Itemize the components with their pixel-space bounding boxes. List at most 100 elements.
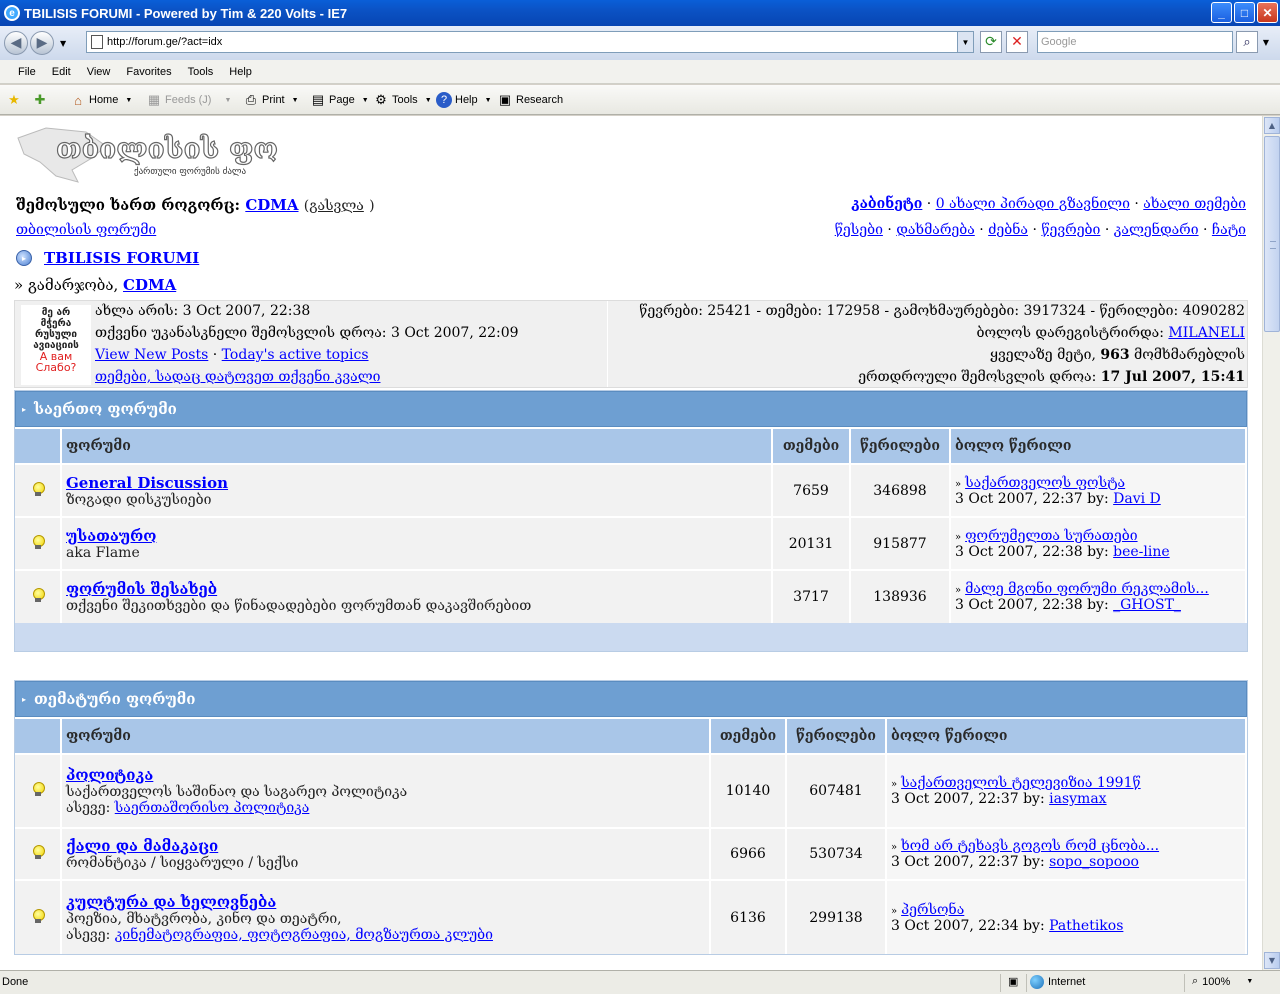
scroll-up-arrow-icon[interactable]: ▲ (1264, 117, 1280, 134)
zoom-dropdown-icon[interactable]: ▼ (1246, 978, 1253, 985)
rules-link[interactable]: წესები (835, 222, 883, 238)
page-dropdown-icon[interactable]: ▼ (362, 97, 369, 104)
forum-link[interactable]: უსათაურო (66, 527, 156, 545)
vertical-scrollbar[interactable]: ▲ ▼ (1262, 116, 1280, 970)
subforum-link[interactable]: საერთაშორისო პოლიტიკა (115, 800, 310, 816)
logo-subtitle: ქართული ფორუმის ძალა (134, 166, 246, 177)
home-dropdown-icon[interactable]: ▼ (125, 97, 132, 104)
refresh-button[interactable]: ⟳ (980, 31, 1002, 53)
forum-status-bulb-icon (32, 908, 45, 923)
forum-link[interactable]: ფორუმის შესახებ (66, 580, 217, 598)
search-link[interactable]: ძებნა (988, 222, 1028, 238)
back-button[interactable]: ◀ (4, 31, 28, 55)
members-link[interactable]: წევრები (1041, 222, 1100, 238)
subforum-link[interactable]: კინემატოგრაფია, ფოტოგრაფია, მოგზაურთა კლ… (115, 927, 493, 943)
home-button[interactable]: ⌂ Home ▼ (70, 92, 132, 108)
minimize-button[interactable]: _ (1211, 2, 1232, 23)
last-post-link[interactable]: მალე მგონი ფორუმი რეკლამის... (965, 581, 1209, 597)
menu-file[interactable]: File (18, 66, 36, 78)
forum-link[interactable]: ქალი და მამაკაცი (66, 837, 218, 855)
last-poster-link[interactable]: Pathetikos (1049, 918, 1123, 934)
table-row: General Discussion ზოგადი დისკუსიები 7659… (15, 463, 1247, 517)
category-header[interactable]: ▸ საერთო ფორუმი (15, 391, 1247, 427)
help-link[interactable]: დახმარება (896, 222, 975, 238)
last-post-link[interactable]: პერსონა (901, 902, 964, 918)
forum-home-link[interactable]: თბილისის ფორუმი (16, 222, 156, 238)
stop-button[interactable]: ✕ (1006, 31, 1028, 53)
logout-link[interactable]: გასვლა (309, 198, 364, 214)
last-poster-link[interactable]: _GHOST_ (1113, 597, 1181, 613)
last-poster-link[interactable]: Davi D (1113, 491, 1161, 507)
research-button[interactable]: ▣ Research (497, 92, 563, 108)
scroll-down-arrow-icon[interactable]: ▼ (1264, 952, 1280, 969)
search-options-icon[interactable]: ▼ (1259, 31, 1273, 53)
collapse-triangle-icon[interactable]: ▸ (22, 694, 26, 704)
menu-view[interactable]: View (87, 66, 111, 78)
research-icon: ▣ (498, 92, 512, 107)
tools-menu-button[interactable]: ⚙ Tools ▼ (373, 92, 432, 108)
username-link[interactable]: CDMA (245, 196, 298, 214)
table-row: ქალი და მამაკაცი რომანტიკა / სიყვარული / … (15, 827, 1247, 880)
zoom-control[interactable]: ⌕ 100% ▼ (1192, 975, 1253, 988)
address-bar-row: ◀ ▶ ▼ http://forum.ge/?act=idx ▼ ⟳ ✕ Goo… (0, 26, 1280, 60)
last-poster-link[interactable]: sopo_sopooo (1049, 854, 1139, 870)
forward-button[interactable]: ▶ (30, 31, 54, 55)
last-post-link[interactable]: ხომ არ ტეხავს გოგოს რომ ცნობა... (901, 838, 1159, 854)
maximize-button[interactable]: □ (1234, 2, 1255, 23)
help-menu-button[interactable]: ? Help ▼ (436, 92, 492, 108)
category-header[interactable]: ▸ თემატური ფორუმი (15, 681, 1247, 717)
address-dropdown-icon[interactable]: ▼ (957, 32, 973, 52)
favorites-star-icon[interactable]: ★ (6, 92, 22, 108)
category-footer (15, 623, 1247, 651)
cabinet-link[interactable]: კაბინეტი (851, 196, 922, 212)
address-input[interactable]: http://forum.ge/?act=idx ▼ (86, 31, 974, 53)
page-menu-button[interactable]: ▤ Page ▼ (310, 92, 369, 108)
menu-help[interactable]: Help (229, 66, 252, 78)
history-dropdown-icon[interactable]: ▼ (60, 39, 66, 48)
chat-link[interactable]: ჩატი (1212, 222, 1246, 238)
last-post-link[interactable]: ფორუმელთა სურათები (965, 528, 1137, 544)
last-registered-link[interactable]: MILANELI (1168, 325, 1245, 341)
window-title: TBILISIS FORUMI - Powered by Tim & 220 V… (24, 5, 348, 21)
last-poster-link[interactable]: iasymax (1049, 791, 1106, 807)
scroll-thumb[interactable] (1264, 136, 1280, 332)
forum-link[interactable]: კულტურა და ხელოვნება (66, 893, 276, 911)
zoom-icon: ⌕ (1192, 975, 1199, 987)
add-favorite-icon[interactable]: ✚ (32, 92, 48, 108)
last-poster-link[interactable]: bee-line (1113, 544, 1170, 560)
calendar-link[interactable]: კალენდარი (1114, 222, 1199, 238)
help-dropdown-icon[interactable]: ▼ (485, 97, 492, 104)
last-post-link[interactable]: საქართველოს ფოსტა (965, 475, 1125, 491)
forum-link[interactable]: General Discussion (66, 474, 228, 492)
new-topics-link[interactable]: ახალი თემები (1143, 196, 1246, 212)
feeds-button[interactable]: ▦ Feeds (J) ▼ (146, 92, 232, 108)
forum-status-bulb-icon (32, 782, 45, 796)
forum-status-bulb-icon (32, 481, 45, 496)
table-row: ფორუმის შესახებ თქვენი შეკითხვები და წინა… (15, 569, 1247, 623)
forum-link[interactable]: პოლიტიკა (66, 766, 153, 784)
last-post-link[interactable]: საქართველოს ტელევიზია 1991წ (901, 775, 1141, 791)
menu-edit[interactable]: Edit (52, 66, 71, 78)
view-new-posts-link[interactable]: View New Posts (95, 347, 208, 363)
forum-status-bulb-icon (32, 534, 45, 549)
collapse-triangle-icon[interactable]: ▸ (22, 404, 26, 414)
search-input[interactable]: Google (1037, 31, 1233, 53)
print-button[interactable]: ⎙ Print ▼ (243, 92, 299, 108)
logo-title: თბილისის ფორუმი (56, 132, 278, 165)
close-button[interactable]: ✕ (1257, 2, 1278, 23)
new-pm-link[interactable]: 0 ახალი პირადი გზავნილი (936, 196, 1130, 212)
logout-close: ) (369, 198, 375, 214)
search-button[interactable]: ⌕ (1236, 31, 1258, 53)
greeting-user-link[interactable]: CDMA (123, 276, 176, 294)
menu-favorites[interactable]: Favorites (126, 66, 171, 78)
tools-dropdown-icon[interactable]: ▼ (425, 97, 432, 104)
menu-tools[interactable]: Tools (188, 66, 214, 78)
my-topics-link[interactable]: თემები, სადაც დატოვეთ თქვენი კვალი (95, 369, 380, 385)
avatar: მე არ მჭერა რუსული ავიაციის А вам Слабо? (21, 305, 91, 385)
printer-icon: ⎙ (245, 92, 257, 107)
forum-title-link[interactable]: TBILISIS FORUMI (44, 249, 199, 267)
feeds-dropdown-icon[interactable]: ▼ (224, 97, 231, 104)
print-dropdown-icon[interactable]: ▼ (292, 97, 299, 104)
todays-topics-link[interactable]: Today's active topics (222, 347, 369, 363)
forum-logo[interactable]: თბილისის ფორუმი ქართული ფორუმის ძალა (16, 124, 359, 188)
